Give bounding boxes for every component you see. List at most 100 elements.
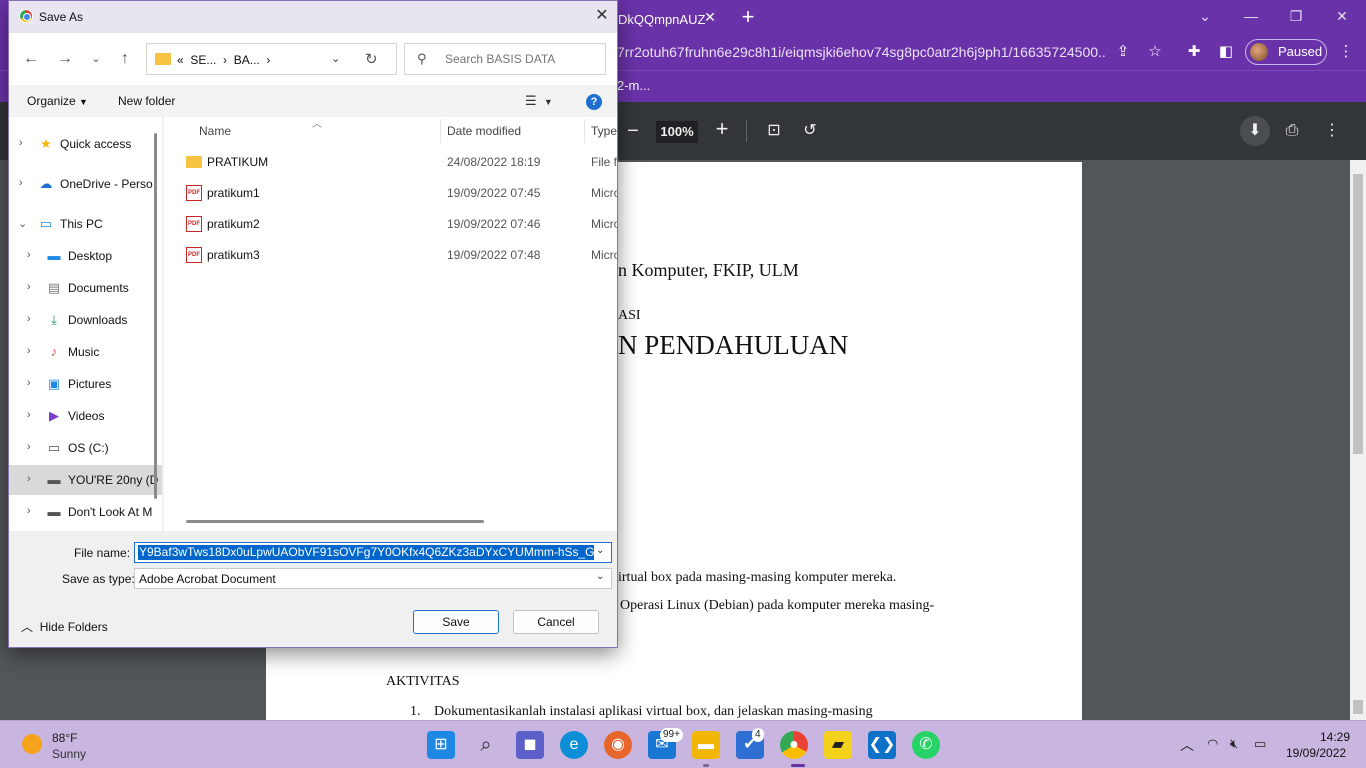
new-tab-button[interactable]: +	[737, 4, 759, 30]
profile-button[interactable]: Paused	[1245, 39, 1327, 65]
chevron-right-icon[interactable]: ›	[263, 53, 270, 67]
clock-date[interactable]: 19/09/2022	[1286, 746, 1346, 760]
zoom-out-button[interactable]: −	[624, 120, 642, 143]
chevron-down-icon[interactable]: ⌄	[331, 52, 340, 65]
chevron-right-icon[interactable]: ›	[220, 53, 231, 67]
chrome-icon[interactable]: ●	[780, 731, 808, 759]
chevron-right-icon[interactable]: ›	[27, 473, 31, 485]
breadcrumb-overflow[interactable]: «	[177, 53, 184, 67]
tab-search-icon[interactable]: ⌄	[1190, 4, 1220, 28]
teams-chat-icon[interactable]: ◼	[516, 731, 544, 759]
chevron-right-icon[interactable]: ›	[27, 505, 31, 517]
bookmark-item[interactable]: 2-m...	[617, 78, 650, 93]
chevron-down-icon[interactable]: ⌄	[18, 217, 27, 230]
file-row[interactable]: PDF pratikum3 19/09/2022 07:48 Microsoft…	[164, 240, 617, 270]
zoom-level-input[interactable]: 100%	[656, 121, 698, 143]
restore-icon[interactable]: ❐	[1281, 4, 1311, 28]
nav-item-documents[interactable]: › ▤ Documents	[9, 273, 162, 303]
horizontal-scrollbar[interactable]	[186, 520, 484, 523]
up-arrow-icon[interactable]: ↑	[115, 49, 135, 69]
chevron-right-icon[interactable]: ›	[27, 377, 31, 389]
address-bar[interactable]: « SE... › BA... › ⌄ ↻	[146, 43, 397, 75]
scrollbar-down-arrow[interactable]	[1353, 700, 1363, 714]
file-explorer-icon[interactable]: ▬	[692, 731, 720, 759]
window-close-icon[interactable]: ✕	[1327, 4, 1357, 28]
sticky-notes-icon[interactable]: ▰	[824, 731, 852, 759]
nav-item-os-c[interactable]: › ▭ OS (C:)	[9, 433, 162, 463]
tab-close-icon[interactable]: ✕	[700, 7, 720, 27]
weather-condition[interactable]: Sunny	[52, 747, 86, 761]
chevron-down-icon[interactable]: ⌄	[596, 545, 604, 556]
chevron-down-icon[interactable]: ⌄	[596, 571, 604, 582]
nav-item-pictures[interactable]: › ▣ Pictures	[9, 369, 162, 399]
tray-overflow-icon[interactable]: ︿	[1180, 735, 1194, 755]
chevron-right-icon[interactable]: ›	[27, 441, 31, 453]
help-icon[interactable]: ?	[586, 94, 602, 110]
back-arrow-icon[interactable]: ←	[21, 49, 41, 69]
share-icon[interactable]: ⇪	[1113, 42, 1133, 62]
chevron-right-icon[interactable]: ›	[19, 137, 23, 149]
chrome-menu-icon[interactable]: ⋮	[1336, 42, 1356, 62]
fit-page-icon[interactable]: ⊡	[762, 119, 786, 143]
bookmark-star-icon[interactable]: ☆	[1145, 42, 1165, 62]
save-as-type-select[interactable]: Adobe Acrobat Document ⌄	[134, 568, 612, 589]
file-row[interactable]: PRATIKUM 24/08/2022 18:19 File folder	[164, 147, 617, 177]
refresh-icon[interactable]: ↻	[365, 50, 378, 68]
nav-item-videos[interactable]: › ▶ Videos	[9, 401, 162, 431]
wifi-icon[interactable]: ◠	[1207, 736, 1218, 752]
print-icon[interactable]: ⎙	[1280, 119, 1304, 143]
nav-item-desktop[interactable]: › ▬ Desktop	[9, 241, 162, 271]
column-divider[interactable]	[584, 119, 585, 143]
pdf-menu-icon[interactable]: ⋮	[1320, 119, 1344, 143]
extensions-icon[interactable]: ✚	[1184, 42, 1204, 62]
column-header-type[interactable]: Type	[591, 124, 617, 138]
chevron-right-icon[interactable]: ›	[27, 345, 31, 357]
side-panel-icon[interactable]: ◧	[1216, 42, 1236, 62]
weather-temperature[interactable]: 88°F	[52, 731, 77, 745]
nav-item-music[interactable]: › ♪ Music	[9, 337, 162, 367]
breadcrumb-item[interactable]: SE...	[190, 53, 216, 67]
search-box[interactable]: ⚲	[404, 43, 606, 75]
nav-item-quick-access[interactable]: › ★ Quick access	[9, 129, 162, 159]
column-header-date[interactable]: Date modified	[447, 124, 521, 138]
chevron-right-icon[interactable]: ›	[27, 409, 31, 421]
file-row[interactable]: PDF pratikum2 19/09/2022 07:46 Microsoft…	[164, 209, 617, 239]
breadcrumb-item[interactable]: BA...	[234, 53, 260, 67]
nav-item-this-pc[interactable]: ⌄ ▭ This PC	[9, 209, 162, 239]
nav-item-drive-d[interactable]: › ▬ YOU'RE 20ny (D	[9, 465, 162, 495]
minimize-icon[interactable]: —	[1236, 4, 1266, 28]
forward-arrow-icon[interactable]: →	[55, 49, 75, 69]
windows-start-icon[interactable]: ⊞	[427, 731, 455, 759]
whatsapp-icon[interactable]: ✆	[912, 731, 940, 759]
search-icon[interactable]: ⌕	[472, 731, 500, 759]
organize-button[interactable]: Organize ▼	[27, 94, 88, 108]
sun-icon[interactable]	[22, 734, 42, 754]
pdf-scrollbar[interactable]	[1350, 160, 1366, 720]
battery-icon[interactable]: ▭	[1254, 736, 1266, 752]
chevron-right-icon[interactable]: ›	[27, 281, 31, 293]
view-options-button[interactable]: ☰ ▼	[525, 93, 553, 109]
new-folder-button[interactable]: New folder	[118, 94, 175, 108]
cancel-button[interactable]: Cancel	[513, 610, 599, 634]
save-button[interactable]: Save	[413, 610, 499, 634]
chevron-right-icon[interactable]: ›	[27, 249, 31, 261]
zoom-in-button[interactable]: +	[713, 116, 731, 142]
firefox-icon[interactable]: ◉	[604, 731, 632, 759]
clock-time[interactable]: 14:29	[1320, 730, 1350, 744]
speaker-muted-icon[interactable]: 🔇︎	[1230, 736, 1238, 752]
hide-folders-button[interactable]: ︿ Hide Folders	[21, 618, 108, 635]
download-icon[interactable]: ⬇	[1240, 116, 1270, 146]
nav-item-downloads[interactable]: › ⤓ Downloads	[9, 305, 162, 335]
scrollbar-thumb[interactable]	[1353, 174, 1363, 454]
search-input[interactable]	[445, 52, 595, 66]
nav-scrollbar[interactable]	[154, 133, 157, 499]
vscode-icon[interactable]: ❮❯	[868, 731, 896, 759]
rotate-icon[interactable]: ↺	[798, 119, 822, 143]
edge-icon[interactable]: e	[560, 731, 588, 759]
file-name-value[interactable]: Y9Baf3wTws18Dx0uLpwUAObVF91sOVFg7Y0OKfx4…	[138, 545, 594, 560]
nav-item-drive-e[interactable]: › ▬ Don't Look At M	[9, 497, 162, 527]
nav-item-onedrive[interactable]: › ☁ OneDrive - Perso	[9, 169, 162, 199]
file-row[interactable]: PDF pratikum1 19/09/2022 07:45 Microsoft…	[164, 178, 617, 208]
column-divider[interactable]	[440, 119, 441, 143]
file-name-input[interactable]: Y9Baf3wTws18Dx0uLpwUAObVF91sOVFg7Y0OKfx4…	[134, 542, 612, 563]
